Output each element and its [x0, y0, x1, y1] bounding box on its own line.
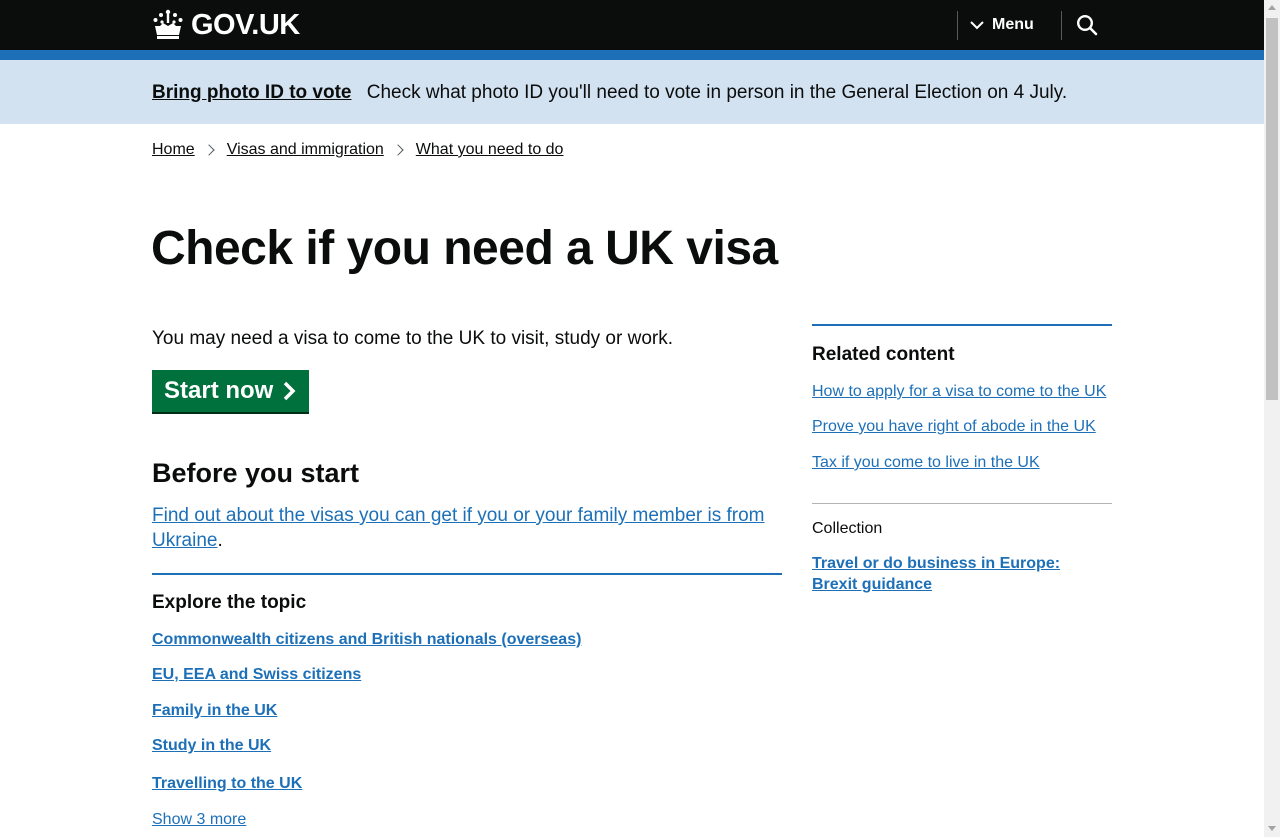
explore-topic-heading: Explore the topic: [152, 592, 307, 613]
banner-link[interactable]: Bring photo ID to vote: [152, 82, 351, 103]
scrollbar-thumb[interactable]: [1266, 18, 1278, 400]
before-you-start-heading: Before you start: [152, 458, 360, 488]
start-now-label: Start now: [164, 377, 274, 404]
chevron-right-icon: [284, 381, 296, 401]
header-divider: [957, 11, 958, 40]
ukraine-visas-link[interactable]: Find out about the visas you can get if …: [152, 505, 765, 551]
breadcrumb: Home Visas and immigration What you need…: [152, 140, 563, 160]
intro-text: You may need a visa to come to the UK to…: [152, 328, 673, 349]
chevron-down-icon: [970, 21, 984, 30]
breadcrumb-home[interactable]: Home: [152, 140, 195, 160]
related-content-heading: Related content: [812, 344, 955, 365]
govuk-logo-link[interactable]: GOV.UK: [151, 6, 300, 44]
breadcrumb-visas-and-immigration[interactable]: Visas and immigration: [227, 140, 384, 160]
related-link-right-of-abode[interactable]: Prove you have right of abode in the UK: [812, 417, 1096, 437]
menu-label: Menu: [992, 16, 1034, 33]
search-underline: [1062, 50, 1112, 60]
logo-text: GOV.UK: [191, 8, 300, 41]
show-more-link[interactable]: Show 3 more: [152, 810, 246, 830]
menu-button[interactable]: Menu: [970, 12, 1034, 38]
sidebar-divider-top: [812, 324, 1112, 326]
topic-link-eu-eea-swiss[interactable]: EU, EEA and Swiss citizens: [152, 665, 361, 685]
search-icon: [1076, 14, 1098, 36]
collection-link-brexit[interactable]: Travel or do business in Europe: Brexit …: [812, 553, 1102, 595]
site-header: GOV.UK Menu: [0, 0, 1264, 50]
section-divider: [152, 573, 782, 575]
before-you-start-text: Find out about the visas you can get if …: [152, 503, 772, 553]
related-link-tax[interactable]: Tax if you come to live in the UK: [812, 453, 1040, 473]
chevron-right-icon: [203, 144, 215, 156]
banner-content: Bring photo ID to vote Check what photo …: [152, 81, 1067, 105]
before-suffix: .: [217, 530, 223, 551]
topic-link-commonwealth[interactable]: Commonwealth citizens and British nation…: [152, 630, 581, 650]
topic-link-study[interactable]: Study in the UK: [152, 736, 271, 756]
crown-icon: [153, 9, 183, 39]
search-button[interactable]: [1062, 0, 1112, 50]
start-now-button[interactable]: Start now: [152, 370, 309, 412]
collection-label: Collection: [812, 520, 883, 537]
chevron-right-icon: [392, 144, 404, 156]
topic-link-travelling[interactable]: Travelling to the UK: [152, 774, 302, 794]
scroll-down-icon[interactable]: [1268, 826, 1276, 831]
breadcrumb-what-you-need-to-do[interactable]: What you need to do: [416, 140, 564, 160]
related-link-apply-visa[interactable]: How to apply for a visa to come to the U…: [812, 382, 1106, 402]
page-title: Check if you need a UK visa: [151, 222, 778, 275]
emergency-banner: Bring photo ID to vote Check what photo …: [0, 60, 1264, 124]
sidebar-divider: [812, 503, 1112, 504]
scroll-up-icon[interactable]: [1268, 5, 1276, 10]
banner-text: Check what photo ID you'll need to vote …: [366, 82, 1068, 103]
topic-link-family[interactable]: Family in the UK: [152, 701, 277, 721]
